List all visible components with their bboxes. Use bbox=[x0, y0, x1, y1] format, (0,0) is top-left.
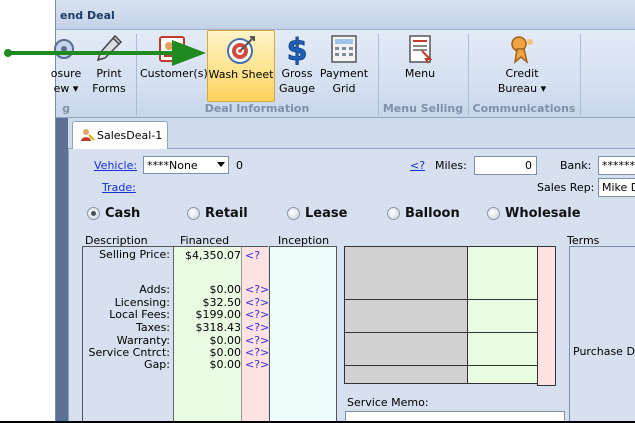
screenshot-root: end Deal osure ew ▾ Print Forms Customer… bbox=[0, 0, 635, 423]
annotation-arrow bbox=[4, 40, 206, 66]
